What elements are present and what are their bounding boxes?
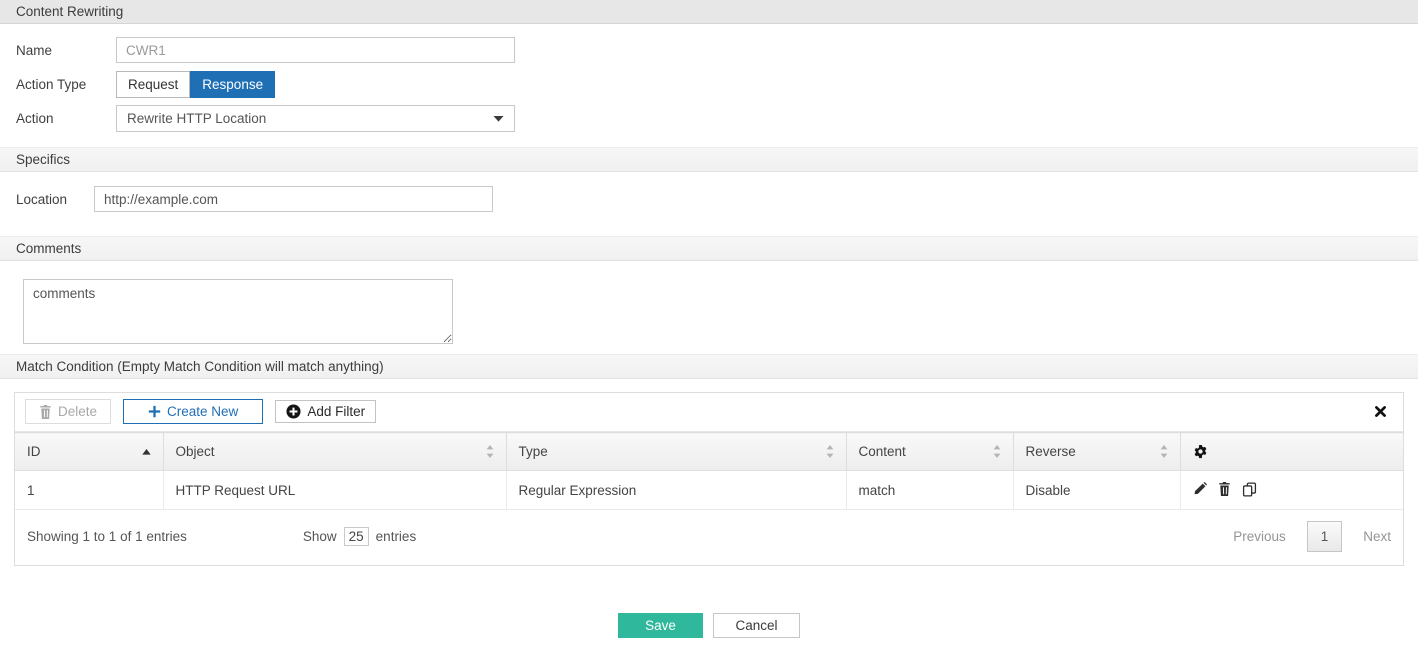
showing-entries-text: Showing 1 to 1 of 1 entries: [27, 529, 187, 544]
action-row: Action Rewrite HTTP Location: [16, 105, 1418, 132]
create-new-button[interactable]: Create New: [123, 399, 263, 424]
cell-type: Regular Expression: [506, 471, 846, 510]
table-header-row: ID Object Type: [15, 433, 1403, 471]
page-size-select[interactable]: 25: [344, 527, 369, 546]
trash-icon[interactable]: [1218, 482, 1231, 497]
page-size-group: Show 25 entries: [303, 527, 416, 546]
match-condition-panel: Delete Create New Add Filter ID: [14, 392, 1404, 566]
column-header-settings[interactable]: [1180, 433, 1403, 471]
column-header-id[interactable]: ID: [15, 433, 163, 471]
action-type-response-button[interactable]: Response: [190, 71, 275, 98]
plus-circle-icon: [286, 404, 301, 419]
create-new-button-label: Create New: [167, 404, 238, 419]
sort-asc-icon: [142, 449, 151, 455]
column-header-reverse-label: Reverse: [1026, 444, 1076, 459]
previous-page-button[interactable]: Previous: [1233, 529, 1286, 544]
table-row[interactable]: 1 HTTP Request URL Regular Expression ma…: [15, 471, 1403, 510]
delete-button[interactable]: Delete: [25, 399, 111, 424]
table-toolbar: Delete Create New Add Filter: [15, 393, 1403, 432]
column-header-id-label: ID: [27, 444, 41, 459]
save-button[interactable]: Save: [618, 613, 703, 638]
sort-icon: [993, 445, 1001, 458]
sort-icon: [486, 445, 494, 458]
cell-content: match: [846, 471, 1013, 510]
location-input[interactable]: [94, 186, 493, 212]
column-header-object[interactable]: Object: [163, 433, 506, 471]
next-page-button[interactable]: Next: [1363, 529, 1391, 544]
column-header-content[interactable]: Content: [846, 433, 1013, 471]
cell-reverse: Disable: [1013, 471, 1180, 510]
page-title: Content Rewriting: [0, 0, 1418, 24]
add-filter-button-label: Add Filter: [307, 404, 365, 419]
comments-header: Comments: [0, 236, 1418, 261]
match-condition-table: ID Object Type: [15, 432, 1403, 510]
action-label: Action: [16, 111, 116, 126]
comments-textarea[interactable]: comments: [23, 279, 453, 344]
action-type-toggle: Request Response: [116, 71, 275, 98]
action-type-request-button[interactable]: Request: [116, 71, 190, 98]
entries-label: entries: [376, 529, 417, 544]
caret-down-icon: [493, 115, 504, 122]
name-input[interactable]: [116, 37, 515, 63]
column-header-type[interactable]: Type: [506, 433, 846, 471]
column-header-content-label: Content: [859, 444, 906, 459]
column-header-reverse[interactable]: Reverse: [1013, 433, 1180, 471]
add-filter-button[interactable]: Add Filter: [275, 400, 376, 423]
pencil-icon[interactable]: [1193, 482, 1207, 497]
column-header-object-label: Object: [176, 444, 215, 459]
cancel-button[interactable]: Cancel: [713, 613, 800, 638]
specifics-header: Specifics: [0, 147, 1418, 172]
gear-icon: [1193, 444, 1392, 459]
table-footer: Showing 1 to 1 of 1 entries Show 25 entr…: [15, 510, 1403, 565]
sort-icon: [1160, 445, 1168, 458]
location-label: Location: [16, 192, 94, 207]
name-row: Name: [16, 37, 1418, 63]
action-type-row: Action Type Request Response: [16, 71, 1418, 98]
cell-id: 1: [15, 471, 163, 510]
sort-icon: [826, 445, 834, 458]
page-1-button[interactable]: 1: [1307, 521, 1343, 552]
pagination: Previous 1 Next: [1233, 521, 1391, 552]
action-type-label: Action Type: [16, 77, 116, 92]
cell-object: HTTP Request URL: [163, 471, 506, 510]
plus-icon: [148, 405, 161, 418]
form-actions: Save Cancel: [0, 613, 1418, 638]
show-label: Show: [303, 529, 337, 544]
match-condition-header: Match Condition (Empty Match Condition w…: [0, 354, 1418, 379]
location-row: Location: [16, 186, 1418, 212]
action-select[interactable]: Rewrite HTTP Location: [116, 105, 515, 132]
copy-icon[interactable]: [1242, 482, 1257, 497]
name-label: Name: [16, 43, 116, 58]
close-icon[interactable]: [1368, 403, 1393, 420]
cell-actions: [1180, 471, 1403, 510]
action-select-value: Rewrite HTTP Location: [127, 111, 266, 126]
delete-button-label: Delete: [58, 404, 97, 419]
column-header-type-label: Type: [519, 444, 548, 459]
trash-icon: [39, 405, 52, 419]
